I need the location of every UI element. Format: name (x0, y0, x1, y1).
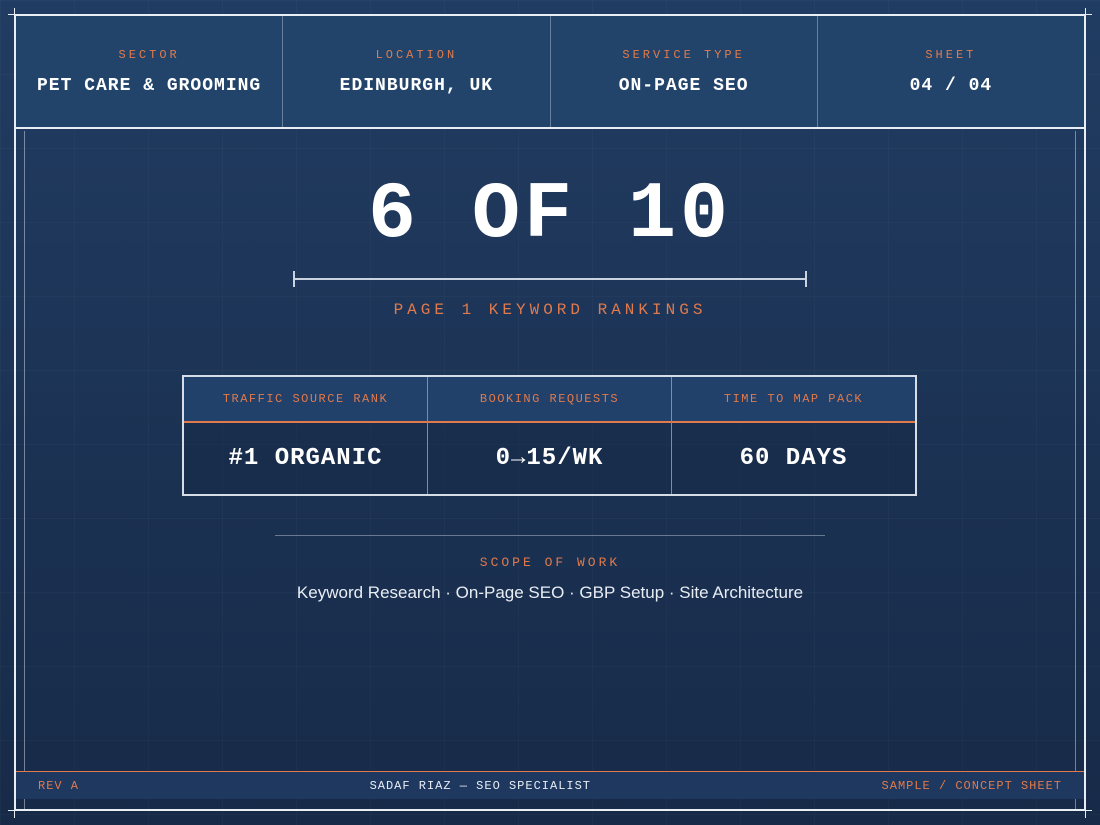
service-type-label: SERVICE TYPE (622, 47, 745, 62)
corner-tick (1085, 8, 1086, 30)
sheet-label: SHEET (925, 47, 977, 62)
corner-tick (8, 14, 30, 15)
headline-stat: 6 OF 10 (367, 170, 733, 261)
scope-label: SCOPE OF WORK (479, 555, 621, 570)
metric-label: BOOKING REQUESTS (428, 377, 671, 423)
sheet-type-label: SAMPLE / CONCEPT SHEET (881, 778, 1062, 793)
corner-tick (8, 810, 30, 811)
header-cell-location: LOCATION EDINBURGH, UK (283, 16, 551, 127)
footer: REV A SADAF RIAZ — SEO SPECIALIST SAMPLE… (16, 771, 1084, 799)
corner-tick (1070, 14, 1092, 15)
scope-items: Keyword Research · On-Page SEO · GBP Set… (296, 583, 804, 602)
header-cell-sector: SECTOR PET CARE & GROOMING (16, 16, 284, 127)
metric-traffic-source-rank: TRAFFIC SOURCE RANK #1 ORGANIC (184, 377, 428, 494)
header-cell-sheet: SHEET 04 / 04 (818, 16, 1084, 127)
service-type-value: ON-PAGE SEO (618, 75, 749, 96)
metric-value: 60 DAYS (739, 445, 848, 472)
metrics-table: TRAFFIC SOURCE RANK #1 ORGANIC BOOKING R… (182, 375, 917, 496)
corner-tick (14, 8, 15, 30)
corner-tick (1085, 796, 1086, 818)
scope-divider (275, 535, 825, 536)
headline-subtitle: PAGE 1 KEYWORD RANKINGS (393, 301, 707, 319)
metric-value: 0→15/WK (495, 445, 604, 472)
metric-booking-requests: BOOKING REQUESTS 0→15/WK (428, 377, 672, 494)
corner-tick (14, 796, 15, 818)
metric-value: #1 ORGANIC (228, 445, 383, 472)
metric-label: TIME TO MAP PACK (672, 377, 915, 423)
location-value: EDINBURGH, UK (339, 75, 494, 96)
corner-tick (1070, 810, 1092, 811)
metric-time-to-map-pack: TIME TO MAP PACK 60 DAYS (672, 377, 915, 494)
metric-label: TRAFFIC SOURCE RANK (184, 377, 427, 423)
sector-value: PET CARE & GROOMING (37, 75, 262, 96)
location-label: LOCATION (375, 47, 458, 62)
revision-label: REV A (38, 778, 80, 793)
sector-label: SECTOR (118, 47, 180, 62)
headline-rule (293, 271, 807, 287)
sheet-value: 04 / 04 (909, 75, 993, 96)
header-cell-service-type: SERVICE TYPE ON-PAGE SEO (551, 16, 818, 127)
header: SECTOR PET CARE & GROOMING LOCATION EDIN… (16, 16, 1084, 129)
author-credit: SADAF RIAZ — SEO SPECIALIST (369, 778, 591, 793)
